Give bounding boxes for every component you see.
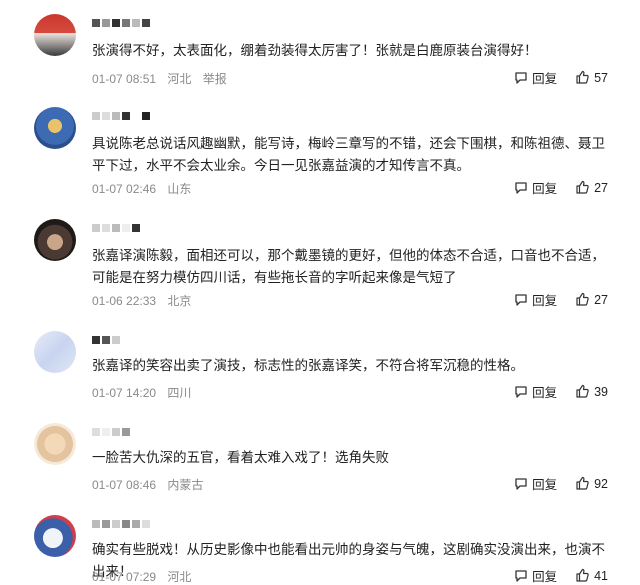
thumbs-up-icon — [576, 568, 589, 582]
like-button[interactable]: 27 — [575, 180, 608, 195]
comment-meta: 01-06 22:33 北京 — [92, 292, 199, 309]
comment-meta: 01-07 08:46 内蒙古 — [92, 476, 211, 493]
comment-text: 张嘉译演陈毅，面相还可以，那个戴墨镜的更好，但他的体态不合适，口音也不合适，可能… — [92, 248, 605, 285]
thumbs-up-icon — [576, 180, 589, 194]
like-button[interactable]: 57 — [575, 70, 608, 85]
like-count: 57 — [594, 70, 608, 85]
like-button[interactable]: 27 — [575, 292, 608, 307]
comment-location: 山东 — [167, 182, 192, 196]
like-count: 39 — [594, 384, 608, 399]
avatar[interactable] — [34, 331, 76, 373]
comment-meta: 01-07 07:29 河北 — [92, 568, 199, 585]
reply-button[interactable]: 回复 — [514, 290, 557, 309]
comment-time: 01-07 08:51 — [92, 72, 157, 86]
username-redacted[interactable] — [92, 425, 130, 439]
comment-time: 01-07 02:46 — [92, 182, 157, 196]
like-count: 27 — [594, 180, 608, 195]
comment-location: 河北 — [167, 570, 192, 584]
comment-text: 张嘉译的笑容出卖了演技，标志性的张嘉译笑，不符合将军沉稳的性格。 — [92, 358, 524, 373]
avatar[interactable] — [34, 107, 76, 149]
username-redacted[interactable] — [92, 109, 150, 123]
like-count: 27 — [594, 292, 608, 307]
reply-icon — [515, 385, 527, 398]
comment-location: 四川 — [167, 386, 192, 400]
comment-meta: 01-07 02:46 山东 — [92, 180, 199, 197]
like-count: 41 — [594, 568, 608, 583]
thumbs-up-icon — [576, 384, 589, 398]
comment-actions: 回复 41 — [514, 566, 608, 585]
reply-button[interactable]: 回复 — [514, 474, 557, 493]
reply-icon — [515, 181, 527, 194]
reply-icon — [515, 569, 527, 582]
comment-time: 01-07 07:29 — [92, 570, 157, 584]
comment-actions: 回复 27 — [514, 290, 608, 309]
username-redacted[interactable] — [92, 16, 150, 30]
reply-button[interactable]: 回复 — [514, 566, 557, 585]
thumbs-up-icon — [576, 70, 589, 84]
reply-label: 回复 — [532, 294, 558, 308]
avatar[interactable] — [34, 515, 76, 557]
comment-location: 河北 — [167, 72, 192, 86]
comment-time: 01-06 22:33 — [92, 294, 157, 308]
reply-label: 回复 — [532, 570, 558, 584]
comment-actions: 回复 39 — [514, 382, 608, 401]
comment-location: 北京 — [167, 294, 192, 308]
username-redacted[interactable] — [92, 221, 140, 235]
reply-icon — [515, 477, 527, 490]
comment-location: 内蒙古 — [167, 478, 204, 492]
thumbs-up-icon — [576, 476, 589, 490]
comment-actions: 回复 57 — [514, 68, 608, 87]
like-button[interactable]: 41 — [575, 568, 608, 583]
like-button[interactable]: 92 — [575, 476, 608, 491]
reply-label: 回复 — [532, 478, 558, 492]
avatar[interactable] — [34, 219, 76, 261]
like-button[interactable]: 39 — [575, 384, 608, 399]
reply-label: 回复 — [532, 72, 558, 86]
username-redacted[interactable] — [92, 517, 150, 531]
like-count: 92 — [594, 476, 608, 491]
comment-time: 01-07 14:20 — [92, 386, 157, 400]
comment-text: 一脸苦大仇深的五官，看着太难入戏了！选角失败 — [92, 450, 389, 465]
username-redacted[interactable] — [92, 333, 120, 347]
comment-text: 张演得不好，太表面化，绷着劲装得太厉害了！张就是白鹿原装台演得好！ — [92, 43, 538, 58]
reply-button[interactable]: 回复 — [514, 382, 557, 401]
avatar[interactable] — [34, 423, 76, 465]
comment-actions: 回复 27 — [514, 178, 608, 197]
reply-button[interactable]: 回复 — [514, 68, 557, 87]
reply-button[interactable]: 回复 — [514, 178, 557, 197]
comment-text: 具说陈老总说话风趣幽默，能写诗，梅岭三章写的不错，还会下围棋，和陈祖德、聂卫平下… — [92, 136, 605, 173]
thumbs-up-icon — [576, 292, 589, 306]
reply-icon — [515, 71, 527, 84]
reply-icon — [515, 293, 527, 306]
comment-time: 01-07 08:46 — [92, 478, 157, 492]
avatar[interactable] — [34, 14, 76, 56]
comment-meta: 01-07 08:51 河北 举报 — [92, 70, 235, 87]
reply-label: 回复 — [532, 386, 558, 400]
report-link[interactable]: 举报 — [203, 72, 227, 86]
comment-meta: 01-07 14:20 四川 — [92, 384, 199, 401]
reply-label: 回复 — [532, 182, 558, 196]
comment-actions: 回复 92 — [514, 474, 608, 493]
